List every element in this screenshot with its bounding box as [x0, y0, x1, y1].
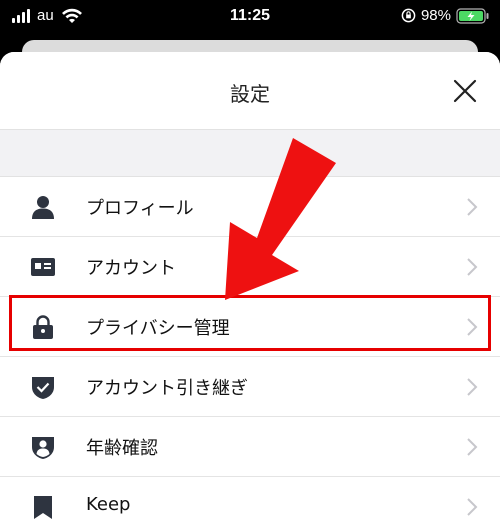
modal-title: 設定 — [230, 82, 270, 106]
menu-item-account[interactable]: アカウント — [0, 237, 500, 297]
menu-item-label: アカウント引き継ぎ — [86, 378, 248, 399]
rotation-lock-icon — [401, 8, 416, 23]
menu-item-label: プロフィール — [86, 198, 194, 219]
chevron-right-icon — [467, 378, 478, 396]
bookmark-icon — [34, 496, 52, 519]
lock-icon — [33, 315, 53, 339]
battery-percent: 98% — [420, 7, 451, 24]
close-icon[interactable] — [452, 78, 478, 104]
status-bar: au 11:25 98% — [0, 0, 500, 36]
modal-header: 設定 — [0, 52, 500, 129]
chevron-right-icon — [467, 498, 478, 516]
person-icon — [32, 196, 54, 219]
chevron-right-icon — [467, 438, 478, 456]
shield-person-icon — [32, 437, 54, 459]
menu-item-keep[interactable]: Keep — [0, 477, 500, 528]
menu-item-label: アカウント — [86, 258, 176, 279]
battery-charging-icon — [456, 7, 489, 24]
menu-item-transfer[interactable]: アカウント引き継ぎ — [0, 357, 500, 417]
menu-item-label: Keep — [86, 494, 131, 515]
chevron-right-icon — [467, 198, 478, 216]
chevron-right-icon — [467, 318, 478, 336]
status-right: 98% — [401, 7, 490, 24]
shield-check-icon — [32, 377, 54, 399]
menu-item-age-verification[interactable]: 年齢確認 — [0, 417, 500, 477]
menu-item-privacy[interactable]: プライバシー管理 — [0, 297, 500, 357]
section-spacer — [0, 129, 500, 177]
menu-item-profile[interactable]: プロフィール — [0, 177, 500, 237]
id-card-icon — [31, 258, 55, 276]
settings-modal: 設定 プロフィール アカウント プライバシー管理 アカウント引き継ぎ 年齢確認 … — [0, 52, 500, 528]
menu-item-label: プライバシー管理 — [86, 318, 230, 339]
menu-item-label: 年齢確認 — [86, 438, 158, 459]
chevron-right-icon — [467, 258, 478, 276]
